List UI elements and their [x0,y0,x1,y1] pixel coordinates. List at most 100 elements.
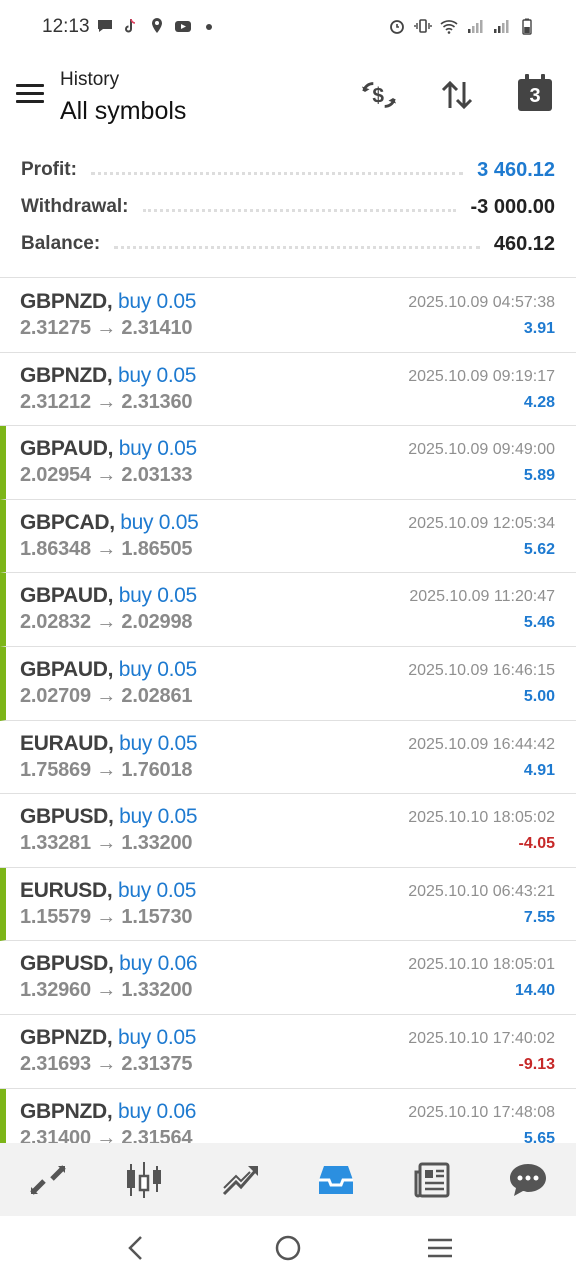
deal-side: buy 0.05 [117,878,197,902]
deal-time: 2025.10.09 12:05:34 [408,514,555,532]
deal-row[interactable]: EURAUD, buy 0.05 1.75869 → 1.76018 2025.10… [0,721,576,795]
quotes-icon [30,1164,66,1195]
deal-prices: 2.31212 → 2.31360 [20,390,193,413]
menu-icon-line [16,84,44,87]
nav-messages[interactable] [480,1143,576,1216]
recents-button[interactable] [420,1228,460,1268]
deal-profit: -4.05 [518,835,555,853]
menu-button[interactable] [16,84,44,108]
deal-side: buy 0.05 [119,805,198,829]
wifi-icon [440,20,458,34]
deal-time: 2025.10.09 11:20:47 [409,588,555,606]
deal-side: buy 0.06 [117,1099,197,1123]
deal-side: buy 0.05 [117,363,197,387]
calendar-button[interactable]: 3 [516,74,554,114]
currency-exchange-button[interactable]: $ [360,76,398,114]
deal-prices: 2.31400 → 2.31564 [20,1126,193,1143]
deal-prices: 2.02954 → 2.03133 [20,464,193,487]
deal-symbol: GBPUSD, buy 0.06 [20,952,198,976]
nav-history[interactable] [288,1143,384,1216]
deal-row[interactable]: GBPAUD, buy 0.05 2.02709 → 2.02861 2025.10… [0,646,576,721]
status-time: 12:13 [42,16,90,37]
deal-side: buy 0.05 [118,657,197,681]
status-right-icons [388,17,536,35]
deal-profit: 5.89 [523,467,555,485]
deal-row[interactable]: GBPAUD, buy 0.05 2.02954 → 2.03133 2025.10… [0,426,576,500]
signal-icon [468,20,483,33]
system-navigation [0,1216,576,1280]
home-icon [275,1235,301,1261]
deal-symbol-name: EURAUD, [20,731,114,755]
nav-chart[interactable] [96,1143,192,1216]
deal-row[interactable]: EURUSD, buy 0.05 1.15579 → 1.15730 2025.10… [0,867,576,942]
app-bar: History All symbols $ 3 [0,54,576,144]
deal-time: 2025.10.09 09:49:00 [408,441,555,459]
deal-row[interactable]: GBPUSD, buy 0.05 1.33281 → 1.33200 2025.10… [0,794,576,868]
status-left-icons [96,17,218,35]
deal-row[interactable]: GBPCAD, buy 0.05 1.86348 → 1.86505 2025.10… [0,499,576,574]
deal-time: 2025.10.10 18:05:02 [408,809,555,827]
deal-symbol: GBPUSD, buy 0.05 [20,805,198,829]
deal-profit: 7.55 [523,908,555,926]
deal-symbol-name: GBPNZD, [20,290,113,313]
deal-symbol-name: GBPNZD, [20,1025,113,1049]
sort-button[interactable] [438,76,476,114]
profit-value: 3 460.12 [477,158,555,181]
deal-symbol: EURAUD, buy 0.05 [20,731,198,756]
deal-row[interactable]: GBPAUD, buy 0.05 2.02832 → 2.02998 2025.10… [0,573,576,647]
news-icon [414,1162,450,1197]
balance-value: 460.12 [493,232,555,255]
deal-prices: 2.02709 → 2.02861 [20,684,193,707]
deal-side: buy 0.06 [119,952,198,976]
deal-side: buy 0.05 [119,731,198,755]
deal-prices: 1.15579 → 1.15730 [20,905,193,928]
dotted-leader [114,239,480,249]
location-icon [152,18,162,33]
home-button[interactable] [268,1228,308,1268]
deal-symbol-name: GBPCAD, [20,510,115,534]
header-actions: $ 3 [360,74,554,114]
back-button[interactable] [116,1228,156,1268]
deal-time: 2025.10.10 17:48:08 [408,1103,555,1121]
vibrate-icon [414,19,432,33]
deal-symbol: GBPNZD, buy 0.05 [20,1026,196,1050]
withdrawal-label: Withdrawal: [21,196,129,217]
dotted-leader [142,202,457,212]
profit-label: Profit: [21,159,77,180]
deal-symbol: GBPAUD, buy 0.05 [20,437,197,461]
battery-icon [522,18,532,35]
deal-prices: 2.31693 → 2.31375 [20,1052,193,1075]
deal-row[interactable]: GBPNZD, buy 0.05 2.31212 → 2.31360 2025.10… [0,353,576,427]
profit-row: Profit: 3 460.12 [21,152,555,188]
deals-list[interactable]: GBPNZD, buy 0.05 2.31275 → 2.31410 2025.10… [0,279,576,1143]
deal-symbol-name: EURUSD, [20,878,113,902]
bottom-navigation [0,1143,576,1216]
account-summary: Profit: 3 460.12 Withdrawal: -3 000.00 B… [0,150,576,278]
deal-time: 2025.10.09 16:44:42 [408,735,555,753]
sort-icon [441,80,473,110]
deal-symbol-name: GBPUSD, [20,805,114,829]
tiktok-icon [125,18,136,33]
deal-profit: 14.40 [514,982,555,1000]
deal-symbol-name: GBPAUD, [20,584,114,608]
deal-row[interactable]: GBPUSD, buy 0.06 1.32960 → 1.33200 2025.10… [0,941,576,1015]
nav-quotes[interactable] [0,1143,96,1216]
nav-news[interactable] [384,1143,480,1216]
deal-row[interactable]: GBPNZD, buy 0.05 2.31275 → 2.31410 2025.10… [0,279,576,353]
currency-exchange-icon: $ [361,82,397,108]
nav-trade[interactable] [192,1143,288,1216]
balance-label: Balance: [21,233,101,254]
youtube-icon [175,21,191,32]
deal-symbol: EURUSD, buy 0.05 [20,879,196,903]
message-icon [98,20,112,32]
deal-profit: 5.65 [523,1129,555,1143]
svg-text:$: $ [372,85,384,108]
deal-row[interactable]: GBPNZD, buy 0.06 2.31400 → 2.31564 2025.10… [0,1088,576,1143]
deal-symbol: GBPCAD, buy 0.05 [20,510,199,535]
dot-icon [206,24,212,30]
deal-profit: 5.62 [523,540,555,558]
menu-icon-line [16,92,44,95]
calendar-icon: 3 [518,74,552,111]
deal-row[interactable]: GBPNZD, buy 0.05 2.31693 → 2.31375 2025.10… [0,1015,576,1089]
page-title[interactable]: All symbols [60,97,186,126]
